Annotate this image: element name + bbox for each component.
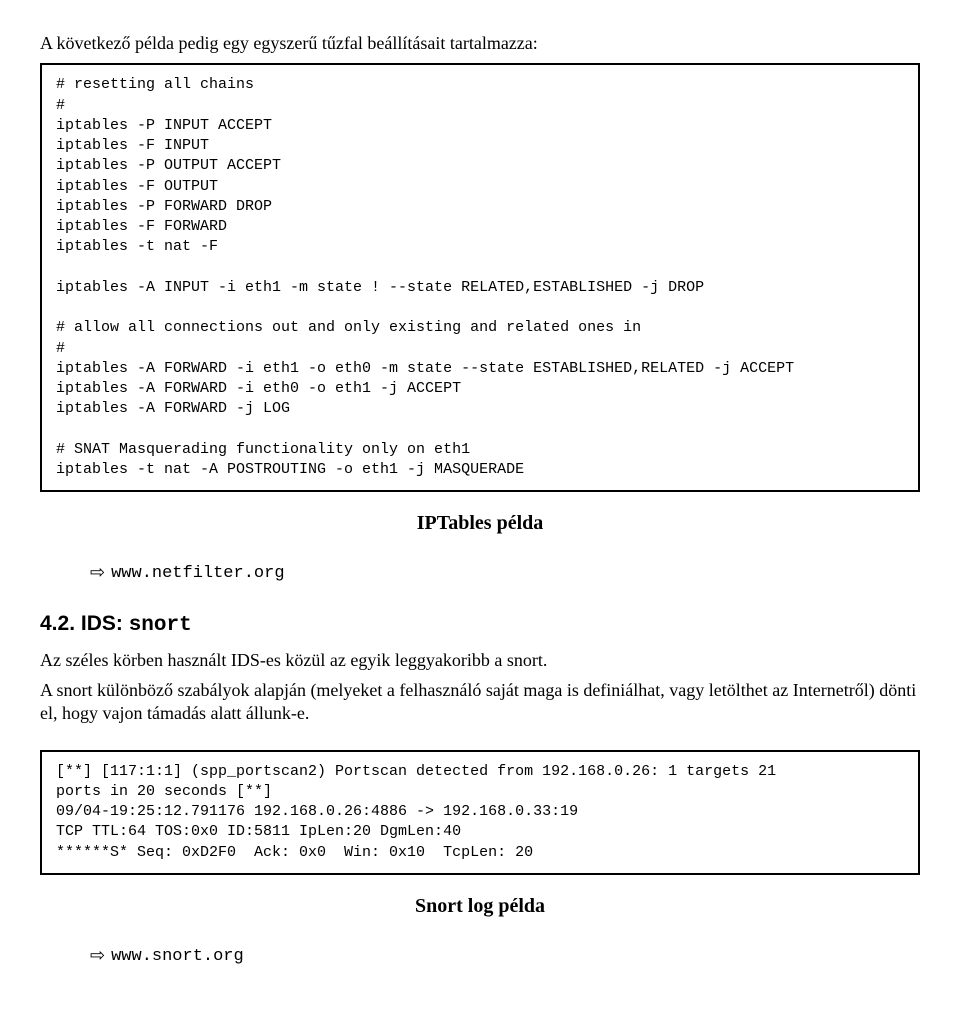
snort-paragraph-2: A snort különböző szabályok alapján (mel… xyxy=(40,679,920,726)
arrow-icon: ⇨ xyxy=(90,562,105,583)
snort-caption: Snort log példa xyxy=(40,895,920,918)
iptables-caption: IPTables példa xyxy=(40,512,920,535)
intro-paragraph: A következő példa pedig egy egyszerű tűz… xyxy=(40,32,920,55)
snort-link-line: ⇨ www.snort.org xyxy=(90,946,920,967)
section-mono: snort xyxy=(129,614,192,637)
snort-paragraph-1: Az széles körben használt IDS-es közül a… xyxy=(40,649,920,672)
snort-link[interactable]: www.snort.org xyxy=(111,947,244,966)
netfilter-link-line: ⇨ www.netfilter.org xyxy=(90,563,920,584)
arrow-icon: ⇨ xyxy=(90,945,105,966)
section-number: 4.2. IDS: xyxy=(40,612,129,635)
snort-log-code-block: [**] [117:1:1] (spp_portscan2) Portscan … xyxy=(40,750,920,875)
section-heading: 4.2. IDS: snort xyxy=(40,612,920,637)
iptables-code-block: # resetting all chains # iptables -P INP… xyxy=(40,63,920,492)
netfilter-link[interactable]: www.netfilter.org xyxy=(111,564,284,583)
